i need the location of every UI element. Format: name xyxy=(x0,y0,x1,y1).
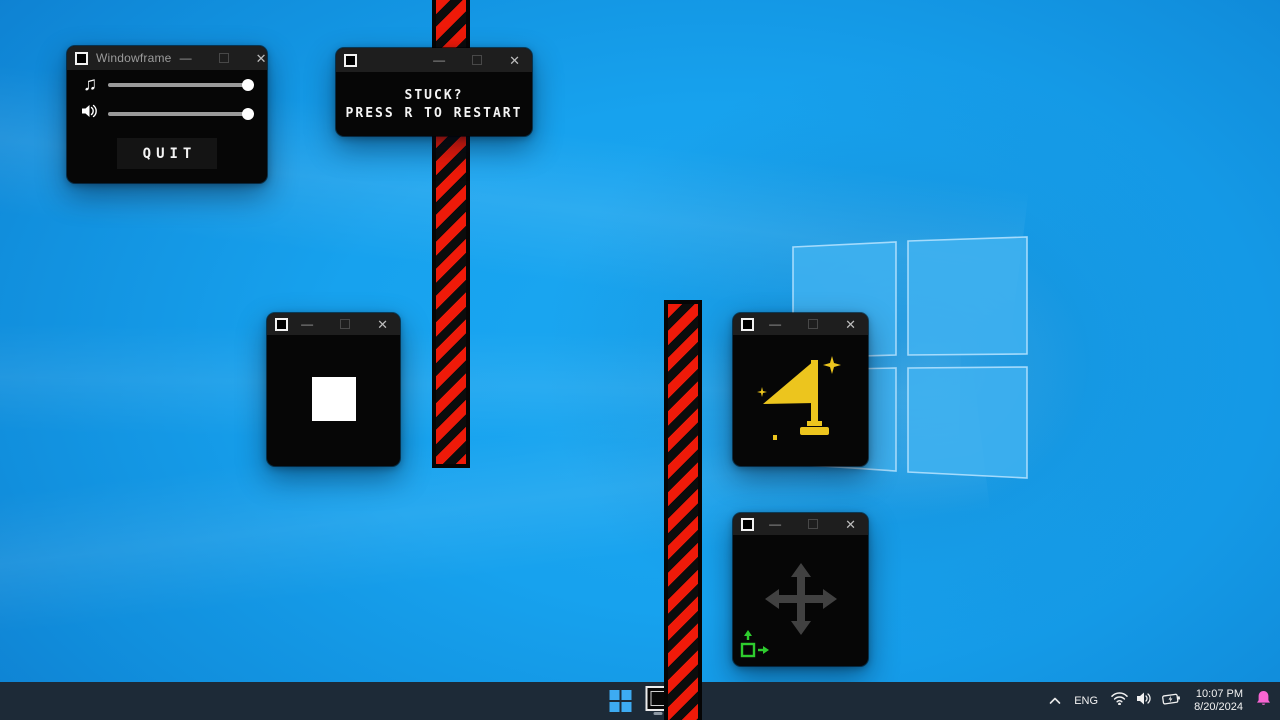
speaker-icon xyxy=(81,104,99,123)
goal-flag-icon xyxy=(755,351,847,451)
taskbar-clock[interactable]: 10:07 PM 8/20/2024 xyxy=(1194,688,1243,714)
maximize-button[interactable] xyxy=(808,319,818,329)
language-indicator[interactable]: ENG xyxy=(1074,695,1098,707)
move-arrows-icon xyxy=(765,563,837,635)
windowframe-app-icon xyxy=(344,54,357,67)
active-app-indicator xyxy=(653,712,662,715)
window-title: Windowframe xyxy=(96,51,172,65)
maximize-button[interactable] xyxy=(472,55,482,65)
move-titlebar[interactable]: — ✕ xyxy=(733,513,868,535)
clock-date: 8/20/2024 xyxy=(1194,701,1243,714)
wifi-icon[interactable] xyxy=(1111,692,1128,710)
windowframe-app-icon xyxy=(741,318,754,331)
player-titlebar[interactable]: — ✕ xyxy=(267,313,400,335)
tray-chevron-up-icon[interactable] xyxy=(1049,692,1061,710)
window-settings: Windowframe — ✕ ♫ QUIT xyxy=(67,46,267,183)
goal-titlebar[interactable]: — ✕ xyxy=(733,313,868,335)
hint-titlebar[interactable]: — ✕ xyxy=(336,48,532,72)
windows-logo-icon xyxy=(610,690,620,700)
maximize-button[interactable] xyxy=(219,53,229,63)
window-restart-hint: — ✕ STUCK? PRESS R TO RESTART xyxy=(336,48,532,136)
close-button[interactable]: ✕ xyxy=(377,318,388,331)
quit-button[interactable]: QUIT xyxy=(117,138,217,169)
close-button[interactable]: ✕ xyxy=(845,518,856,531)
start-button[interactable] xyxy=(610,690,632,712)
close-button[interactable]: ✕ xyxy=(256,52,267,65)
maximize-button[interactable] xyxy=(808,519,818,529)
windows-logo-icon xyxy=(622,690,632,700)
windows-logo-icon xyxy=(622,702,632,712)
taskbar: ENG 10:07 PM 8/20/2024 xyxy=(0,682,1280,720)
windowframe-app-icon xyxy=(75,52,88,65)
minimize-button[interactable]: — xyxy=(301,318,313,330)
player-character-square xyxy=(312,377,356,421)
windowframe-app-icon xyxy=(741,518,754,531)
window-goal-flag: — ✕ xyxy=(733,313,868,466)
minimize-button[interactable]: — xyxy=(180,52,192,64)
volume-icon[interactable] xyxy=(1137,692,1153,710)
windows-logo-icon xyxy=(610,702,620,712)
minimize-button[interactable]: — xyxy=(769,518,781,530)
window-move-legend-icon xyxy=(739,630,775,660)
window-player: — ✕ xyxy=(267,313,400,466)
maximize-button[interactable] xyxy=(340,319,350,329)
hazard-stripe-bar xyxy=(664,300,702,720)
close-button[interactable]: ✕ xyxy=(509,54,520,67)
window-move-hint: — ✕ xyxy=(733,513,868,666)
slider-knob[interactable] xyxy=(242,108,254,120)
slider-knob[interactable] xyxy=(242,79,254,91)
sound-volume-slider[interactable] xyxy=(108,112,253,116)
minimize-button[interactable]: — xyxy=(433,54,445,66)
close-button[interactable]: ✕ xyxy=(845,318,856,331)
clock-time: 10:07 PM xyxy=(1194,688,1243,701)
hint-line-1: STUCK? xyxy=(405,88,464,103)
music-note-icon: ♫ xyxy=(81,74,99,96)
windowframe-app-icon xyxy=(275,318,288,331)
settings-titlebar[interactable]: Windowframe — ✕ xyxy=(67,46,267,70)
music-volume-slider[interactable] xyxy=(108,83,253,87)
battery-icon[interactable] xyxy=(1162,692,1181,710)
hint-line-2: PRESS R TO RESTART xyxy=(346,106,523,121)
minimize-button[interactable]: — xyxy=(769,318,781,330)
notification-bell-icon[interactable] xyxy=(1256,690,1271,712)
